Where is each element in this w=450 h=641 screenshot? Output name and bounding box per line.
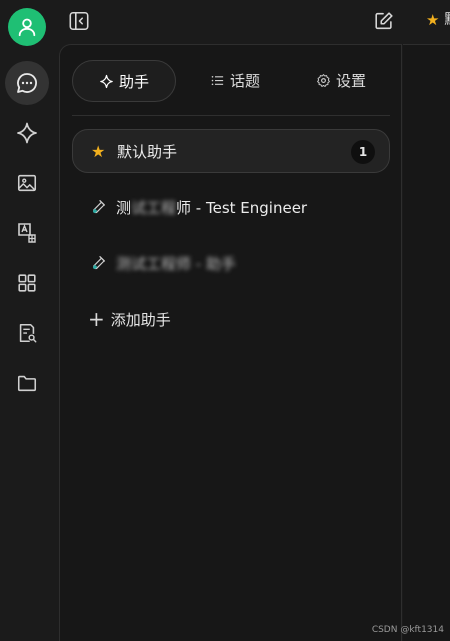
tabs-divider — [72, 115, 390, 116]
top-bar: ★ 默 — [58, 0, 450, 42]
rail-files-button[interactable] — [5, 361, 49, 405]
rail-agents-button[interactable] — [5, 111, 49, 155]
topic-count-badge: 1 — [351, 140, 375, 164]
document-search-icon — [19, 323, 37, 343]
current-assistant-indicator[interactable]: ★ 默 — [426, 10, 450, 30]
assistant-label: 默认助手 — [117, 142, 178, 161]
chat-icon — [17, 73, 37, 93]
translate-icon — [18, 223, 36, 243]
add-assistant-button[interactable]: + 添加助手 — [88, 307, 171, 331]
test-tube-icon — [90, 255, 116, 271]
app-window: ★ 默 助手 话题 — [0, 0, 450, 641]
rail-paintings-button[interactable] — [5, 161, 49, 205]
sidebar-collapse-icon — [69, 11, 89, 31]
toggle-sidebar-button[interactable] — [66, 8, 92, 34]
tab-topics[interactable]: 话题 — [190, 60, 280, 100]
rail-knowledge-button[interactable] — [5, 311, 49, 355]
assistant-panel: 助手 话题 设置 ★ 默认助手 1 测试工程师 - Test Engineer … — [59, 44, 402, 641]
test-tube-icon — [90, 199, 116, 215]
sparkle-icon — [17, 122, 37, 144]
rail-apps-button[interactable] — [5, 261, 49, 305]
image-icon — [17, 174, 37, 192]
assistant-label: 测试工程师 - 助手 — [116, 254, 236, 273]
add-assistant-label: 添加助手 — [110, 310, 171, 329]
apps-grid-icon — [18, 274, 36, 292]
tab-settings[interactable]: 设置 — [296, 60, 386, 100]
current-assistant-label: 默 — [444, 10, 450, 30]
panel-tabs: 助手 话题 设置 — [72, 60, 390, 102]
user-avatar[interactable] — [8, 8, 46, 46]
plus-icon: + — [88, 307, 105, 331]
user-icon — [18, 18, 36, 37]
new-topic-button[interactable] — [371, 8, 397, 34]
assistant-item-test-engineer[interactable]: 测试工程师 - Test Engineer — [72, 185, 390, 229]
sparkle-icon — [100, 74, 113, 88]
tab-assistants-label: 助手 — [118, 72, 149, 91]
chat-area — [403, 44, 450, 641]
rail-translate-button[interactable] — [5, 211, 49, 255]
tab-settings-label: 设置 — [335, 71, 366, 90]
list-icon — [211, 75, 224, 85]
gear-icon — [317, 73, 330, 87]
assistant-item-default[interactable]: ★ 默认助手 1 — [72, 129, 390, 173]
star-icon: ★ — [91, 141, 106, 161]
assistant-item-blurred[interactable]: 测试工程师 - 助手 — [72, 241, 390, 285]
edit-icon — [375, 12, 393, 30]
star-icon: ★ — [426, 11, 440, 29]
watermark: CSDN @kft1314 — [371, 625, 444, 635]
assistant-label: 测试工程师 - Test Engineer — [116, 198, 308, 217]
tab-assistants[interactable]: 助手 — [72, 60, 176, 102]
folder-icon — [17, 375, 37, 392]
left-rail — [0, 0, 58, 641]
tab-topics-label: 话题 — [229, 71, 260, 90]
rail-chat-button[interactable] — [5, 61, 49, 105]
